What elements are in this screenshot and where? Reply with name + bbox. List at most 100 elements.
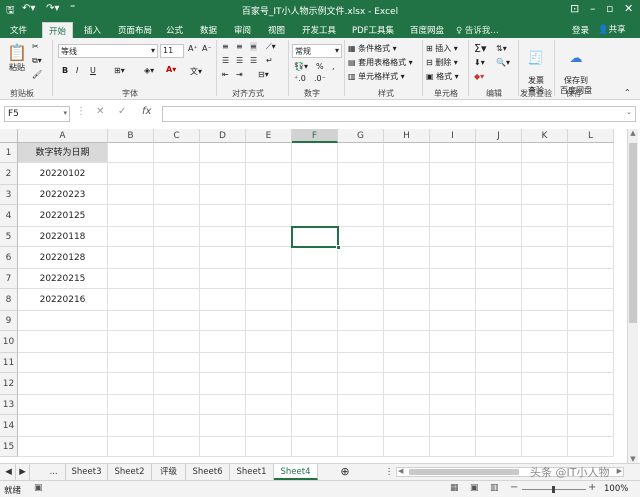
cell-i6[interactable] <box>430 247 476 269</box>
sheet-tab-sheet2[interactable]: Sheet2 <box>108 464 152 480</box>
cell-a1[interactable]: 数字转为日期 <box>18 143 108 163</box>
zoom-out-icon[interactable]: − <box>510 482 518 493</box>
cell-h6[interactable] <box>384 247 430 269</box>
cell-l8[interactable] <box>568 289 614 311</box>
cell-a2[interactable]: 20220102 <box>18 163 108 185</box>
decrease-decimal-icon[interactable]: .0⁻ <box>314 74 326 83</box>
cell-e9[interactable] <box>246 311 292 331</box>
cell-i3[interactable] <box>430 185 476 205</box>
cut-icon[interactable]: ✂ <box>32 42 39 51</box>
add-sheet-icon[interactable]: ⊕ <box>334 464 356 480</box>
cell-l15[interactable] <box>568 437 614 457</box>
cell-f8[interactable] <box>292 289 338 311</box>
column-header-h[interactable]: H <box>384 129 430 143</box>
minimize-icon[interactable]: – <box>590 2 596 15</box>
cell-d4[interactable] <box>200 205 246 227</box>
align-top-icon[interactable]: ≡ <box>222 42 229 51</box>
cell-d8[interactable] <box>200 289 246 311</box>
wen-icon[interactable]: 文▾ <box>190 66 202 77</box>
column-header-j[interactable]: J <box>476 129 522 143</box>
cell-k13[interactable] <box>522 395 568 415</box>
cell-c8[interactable] <box>154 289 200 311</box>
zoom-in-icon[interactable]: + <box>588 482 596 493</box>
cell-l3[interactable] <box>568 185 614 205</box>
cell-j10[interactable] <box>476 331 522 353</box>
fill-handle[interactable] <box>336 245 341 250</box>
cell-a13[interactable] <box>18 395 108 415</box>
cell-k6[interactable] <box>522 247 568 269</box>
row-header-15[interactable]: 15 <box>0 437 18 457</box>
cell-h15[interactable] <box>384 437 430 457</box>
cell-g7[interactable] <box>338 269 384 289</box>
sheet-next-icon[interactable]: ▶ <box>16 464 30 480</box>
cell-e7[interactable] <box>246 269 292 289</box>
cell-b11[interactable] <box>108 353 154 373</box>
cell-g12[interactable] <box>338 373 384 395</box>
format-painter-icon[interactable]: 🖌 <box>32 70 42 79</box>
cell-a9[interactable] <box>18 311 108 331</box>
tab-pdf-tools[interactable]: PDF工具集 <box>352 24 394 36</box>
cell-f10[interactable] <box>292 331 338 353</box>
cell-i13[interactable] <box>430 395 476 415</box>
expand-formula-icon[interactable]: ⌄ <box>626 108 632 116</box>
cell-l1[interactable] <box>568 143 614 163</box>
clear-icon[interactable]: ◆▾ <box>474 72 484 81</box>
cell-h8[interactable] <box>384 289 430 311</box>
cell-c3[interactable] <box>154 185 200 205</box>
tab-baidu-netdisk[interactable]: 百度网盘 <box>410 24 444 36</box>
cell-f12[interactable] <box>292 373 338 395</box>
cell-l4[interactable] <box>568 205 614 227</box>
cell-j6[interactable] <box>476 247 522 269</box>
cell-k11[interactable] <box>522 353 568 373</box>
cell-d13[interactable] <box>200 395 246 415</box>
cell-h13[interactable] <box>384 395 430 415</box>
cell-j2[interactable] <box>476 163 522 185</box>
currency-icon[interactable]: 💱▾ <box>294 62 308 71</box>
cell-b5[interactable] <box>108 227 154 247</box>
cell-k9[interactable] <box>522 311 568 331</box>
page-break-view-icon[interactable]: ▥ <box>490 483 499 493</box>
cell-e13[interactable] <box>246 395 292 415</box>
enter-icon[interactable]: ✓ <box>118 106 126 117</box>
cell-l9[interactable] <box>568 311 614 331</box>
row-header-3[interactable]: 3 <box>0 185 18 205</box>
cell-a5[interactable]: 20220118 <box>18 227 108 247</box>
merge-center-icon[interactable]: ⊟▾ <box>258 70 269 79</box>
scroll-left-icon[interactable]: ◀ <box>398 467 403 475</box>
cell-b14[interactable] <box>108 415 154 437</box>
cell-a15[interactable] <box>18 437 108 457</box>
row-header-2[interactable]: 2 <box>0 163 18 185</box>
cell-e2[interactable] <box>246 163 292 185</box>
fill-color-icon[interactable]: ◈▾ <box>144 66 154 75</box>
cell-j1[interactable] <box>476 143 522 163</box>
cell-f14[interactable] <box>292 415 338 437</box>
cell-a7[interactable]: 20220215 <box>18 269 108 289</box>
font-grow-icon[interactable]: A⁺ <box>188 44 198 53</box>
sheet-tab-sheet1[interactable]: Sheet1 <box>230 464 274 480</box>
find-select-icon[interactable]: 🔍▾ <box>496 58 510 67</box>
number-format-dropdown[interactable]: 常规 ▾ <box>292 44 342 58</box>
scroll-down-icon[interactable]: ▼ <box>628 455 638 463</box>
cell-e10[interactable] <box>246 331 292 353</box>
cell-a3[interactable]: 20220223 <box>18 185 108 205</box>
cell-d7[interactable] <box>200 269 246 289</box>
cell-g15[interactable] <box>338 437 384 457</box>
sheet-tab-sheet6[interactable]: Sheet6 <box>186 464 230 480</box>
cell-c10[interactable] <box>154 331 200 353</box>
cell-k5[interactable] <box>522 227 568 247</box>
cell-l7[interactable] <box>568 269 614 289</box>
login-button[interactable]: 登录 <box>572 24 589 36</box>
cell-j13[interactable] <box>476 395 522 415</box>
increase-indent-icon[interactable]: ⇥ <box>236 70 243 79</box>
cell-f13[interactable] <box>292 395 338 415</box>
cell-d2[interactable] <box>200 163 246 185</box>
orientation-icon[interactable]: ⟋▾ <box>266 42 276 52</box>
cell-c7[interactable] <box>154 269 200 289</box>
font-name-dropdown[interactable]: 等线 ▾ <box>58 44 158 58</box>
conditional-format-button[interactable]: ▦ 条件格式 ▾ <box>348 43 397 54</box>
cell-l5[interactable] <box>568 227 614 247</box>
cell-k10[interactable] <box>522 331 568 353</box>
cell-j11[interactable] <box>476 353 522 373</box>
cell-b13[interactable] <box>108 395 154 415</box>
cell-b4[interactable] <box>108 205 154 227</box>
